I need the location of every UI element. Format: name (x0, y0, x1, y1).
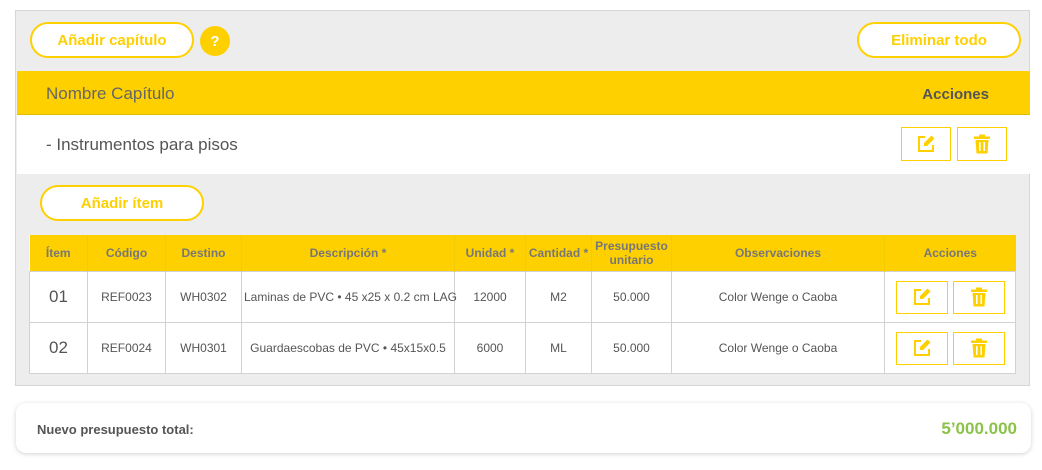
item-unit: 6000 (454, 322, 526, 374)
table-row: 01 REF0023 WH0302 Laminas de PVC • 45 x2… (29, 271, 1016, 323)
item-unit-budget: 50.000 (591, 322, 672, 374)
table-row: 02 REF0024 WH0301 Guardaescobas de PVC •… (29, 322, 1016, 374)
edit-icon (918, 135, 935, 152)
chapter-title: - Instrumentos para pisos (46, 135, 238, 154)
items-area: Añadir ítem Ítem Código Destino Descripc… (29, 174, 1016, 375)
col-description: Descripción * (241, 235, 455, 272)
add-chapter-button[interactable]: Añadir capítulo (30, 22, 194, 58)
chapter-table-header: Nombre Capítulo Acciones (17, 71, 1030, 115)
total-budget-bar: Nuevo presupuesto total: 5’000.000 (16, 403, 1031, 453)
col-item: Ítem (29, 235, 88, 272)
col-actions: Acciones (884, 235, 1016, 272)
edit-item-button[interactable] (895, 280, 948, 314)
items-table: Ítem Código Destino Descripción * Unidad… (29, 235, 1016, 374)
item-actions (884, 271, 1016, 323)
delete-all-button[interactable]: Eliminar todo (857, 22, 1021, 58)
edit-item-button[interactable] (895, 331, 948, 365)
item-code: REF0024 (87, 322, 166, 374)
total-budget-value: 5’000.000 (941, 419, 1017, 438)
chapter-row: - Instrumentos para pisos (17, 115, 1030, 174)
col-code: Código (87, 235, 166, 272)
item-observations: Color Wenge o Caoba (671, 322, 885, 374)
item-observations: Color Wenge o Caoba (671, 271, 885, 323)
item-destination: WH0301 (165, 322, 242, 374)
add-item-button[interactable]: Añadir ítem (40, 185, 204, 221)
item-unit: 12000 (454, 271, 526, 323)
item-quantity: M2 (525, 271, 592, 323)
chapter-name-header: Nombre Capítulo (46, 84, 175, 103)
items-header-row: Ítem Código Destino Descripción * Unidad… (29, 235, 1016, 272)
item-actions (884, 322, 1016, 374)
col-observations: Observaciones (671, 235, 885, 272)
trash-icon (970, 287, 987, 307)
help-icon[interactable]: ? (200, 26, 230, 56)
edit-icon (913, 288, 930, 305)
delete-chapter-button[interactable] (957, 127, 1007, 161)
col-unit: Unidad * (454, 235, 526, 272)
chapter-actions-header: Acciones (922, 86, 989, 103)
budget-panel: Añadir capítulo ? Eliminar todo Nombre C… (15, 10, 1030, 386)
edit-icon (913, 339, 930, 356)
item-description: Guardaescobas de PVC • 45x15x0.5 (241, 322, 455, 374)
item-quantity: ML (525, 322, 592, 374)
total-budget-label: Nuevo presupuesto total: (37, 422, 194, 437)
item-unit-budget: 50.000 (591, 271, 672, 323)
col-destination: Destino (165, 235, 242, 272)
col-quantity: Cantidad * (525, 235, 592, 272)
edit-chapter-button[interactable] (901, 127, 951, 161)
item-description: Laminas de PVC • 45 x25 x 0.2 cm LAG (241, 271, 457, 323)
delete-item-button[interactable] (952, 280, 1005, 314)
delete-item-button[interactable] (952, 331, 1005, 365)
trash-icon (974, 134, 990, 154)
item-code: REF0023 (87, 271, 166, 323)
trash-icon (970, 338, 987, 358)
col-unit-budget: Presupuesto unitario (591, 235, 672, 272)
item-destination: WH0302 (165, 271, 242, 323)
item-number: 01 (29, 271, 88, 323)
item-number: 02 (29, 322, 88, 374)
